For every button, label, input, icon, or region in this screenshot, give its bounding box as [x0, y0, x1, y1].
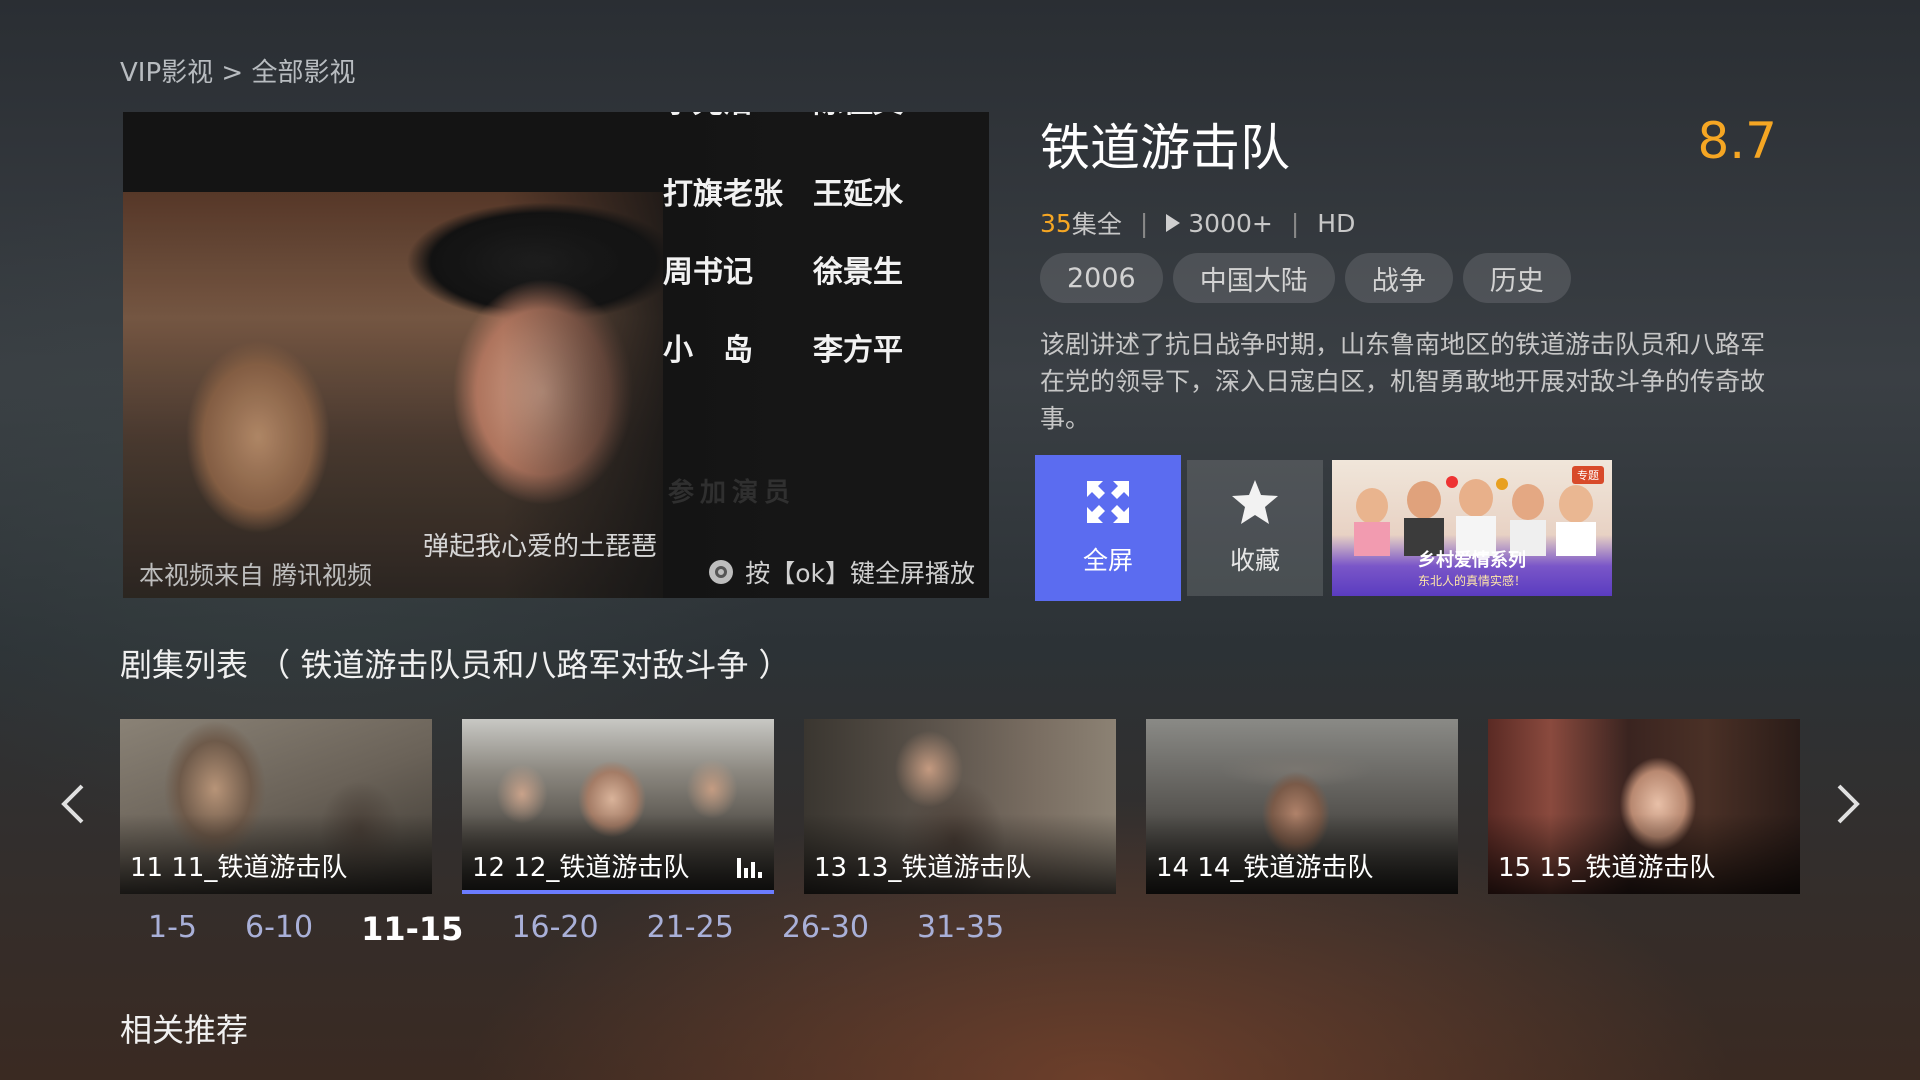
promo-illustration — [1354, 476, 1596, 556]
credit-row: 李光洁陈佳文 — [663, 112, 983, 138]
episode-label: 14 14_铁道游击队 — [1156, 853, 1374, 883]
play-count-icon — [1166, 214, 1181, 232]
range-tab[interactable]: 26-30 — [782, 910, 869, 948]
favorite-label: 收藏 — [1229, 546, 1280, 575]
ok-key-icon — [709, 560, 734, 584]
promo-banner[interactable]: 专题 乡村爱情系列 东北人的真情实感！ — [1332, 460, 1612, 596]
promo-subtitle: 东北人的真情实感！ — [1417, 574, 1526, 588]
now-playing-icon — [737, 856, 762, 878]
favorite-button[interactable]: 收藏 — [1187, 460, 1323, 596]
fullscreen-label: 全屏 — [1082, 546, 1133, 575]
show-description: 该剧讲述了抗日战争时期，山东鲁南地区的铁道游击队员和八路军在党的领导下，深入日寇… — [1040, 330, 1766, 433]
credit-row: 打旗老张 王延水 — [663, 177, 903, 212]
range-tab[interactable]: 6-10 — [245, 910, 313, 948]
episode-label: 11 11_铁道游击队 — [130, 853, 348, 883]
show-meta: 35 集全 | 3000+ | HD — [1040, 205, 1355, 241]
quality-badge: HD — [1317, 208, 1356, 238]
episode-label: 13 13_铁道游击队 — [814, 853, 1032, 883]
range-tab-active[interactable]: 11-15 — [361, 910, 463, 948]
video-source: 本视频来自 腾讯视频 — [139, 561, 372, 590]
fullscreen-hint: 按【ok】键全屏播放 — [709, 554, 975, 590]
video-subtitle: 弹起我心爱的土琵琶 — [423, 532, 658, 562]
episode-card[interactable]: 14 14_铁道游击队 — [1146, 719, 1458, 894]
tag-genre-war[interactable]: 战争 — [1344, 253, 1453, 303]
tag-region[interactable]: 中国大陆 — [1172, 253, 1335, 303]
current-episode-indicator — [462, 890, 774, 894]
star-icon — [1232, 480, 1278, 524]
episode-label: 12 12_铁道游击队 — [472, 853, 690, 883]
episode-range-tabs: 1-5 6-10 11-15 16-20 21-25 26-30 31-35 — [148, 910, 1052, 948]
episode-card[interactable]: 11 11_铁道游击队 — [120, 719, 432, 894]
faded-credit-text: 参加演员 — [668, 478, 797, 508]
tag-year[interactable]: 2006 — [1040, 253, 1163, 303]
episode-label: 15 15_铁道游击队 — [1498, 853, 1716, 883]
credit-row: 周书记 徐景生 — [663, 255, 903, 290]
show-title: 铁道游击队 — [1040, 119, 1290, 177]
fullscreen-icon — [1087, 481, 1129, 523]
range-tab[interactable]: 16-20 — [511, 910, 598, 948]
episode-list-title: 剧集列表 （ 铁道游击队员和八路军对敌斗争 ） — [120, 646, 791, 684]
credit-row: 小 岛李方平 — [663, 333, 903, 368]
episode-suffix: 集全 — [1071, 210, 1122, 239]
chevron-left-icon[interactable] — [58, 782, 88, 826]
fullscreen-button[interactable]: 全屏 — [1035, 455, 1181, 601]
video-player[interactable]: 李光洁陈佳文 打旗老张王延水 周书记徐景生 小 岛李方平 参加演员 弹起我心爱的… — [123, 112, 989, 598]
play-count: 3000+ — [1188, 208, 1273, 238]
episode-card-current[interactable]: 12 12_铁道游击队 — [462, 719, 774, 894]
related-title: 相关推荐 — [120, 1011, 249, 1049]
tag-list: 2006 中国大陆 战争 历史 — [1040, 253, 1571, 303]
episode-count: 35 — [1040, 208, 1072, 238]
tag-genre-history[interactable]: 历史 — [1462, 253, 1571, 303]
promo-title: 乡村爱情系列 — [1418, 550, 1526, 571]
episode-card[interactable]: 13 13_铁道游击队 — [804, 719, 1116, 894]
chevron-right-icon[interactable] — [1833, 782, 1863, 826]
episode-card[interactable]: 15 15_铁道游击队 — [1488, 719, 1800, 894]
range-tab[interactable]: 1-5 — [148, 910, 197, 948]
breadcrumb: VIP影视 > 全部影视 — [120, 58, 356, 88]
end-credits: 李光洁陈佳文 打旗老张王延水 周书记徐景生 小 岛李方平 — [663, 112, 983, 386]
promo-badge: 专题 — [1572, 466, 1604, 484]
range-tab[interactable]: 31-35 — [917, 910, 1004, 948]
show-score: 8.7 — [1697, 112, 1777, 170]
range-tab[interactable]: 21-25 — [647, 910, 734, 948]
